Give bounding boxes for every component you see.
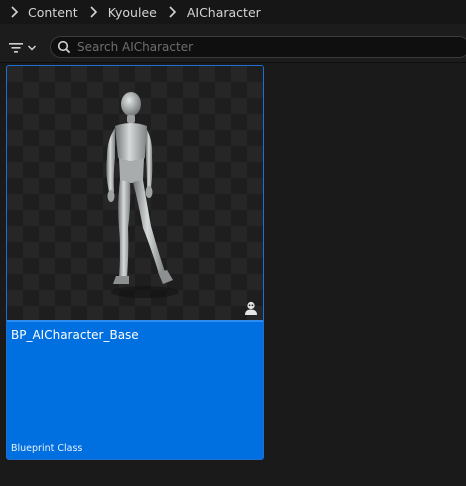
breadcrumb-item-kyoulee[interactable]: Kyoulee — [108, 5, 157, 20]
breadcrumb-item-content[interactable]: Content — [28, 5, 78, 20]
chevron-right-icon — [11, 6, 19, 18]
mannequin-figure — [106, 92, 179, 298]
chevron-right-icon — [90, 6, 97, 18]
chevron-right-icon — [169, 6, 176, 18]
search-icon — [57, 40, 71, 54]
search-input[interactable] — [77, 40, 437, 54]
asset-thumbnail — [7, 66, 263, 322]
breadcrumb-item-aicharacter[interactable]: AICharacter — [187, 5, 261, 20]
character-class-icon — [245, 301, 257, 315]
breadcrumb-separator[interactable] — [164, 4, 180, 20]
filter-button[interactable] — [8, 37, 44, 59]
breadcrumb-separator[interactable] — [85, 4, 101, 20]
content-browser-toolbar — [0, 24, 466, 63]
asset-tile[interactable]: BP_AICharacter_Base Blueprint Class — [6, 65, 264, 460]
asset-type: Blueprint Class — [11, 443, 83, 454]
asset-name: BP_AICharacter_Base — [11, 328, 139, 342]
breadcrumb: Content Kyoulee AICharacter — [0, 0, 466, 24]
filter-icon — [9, 43, 23, 53]
search-box[interactable] — [50, 36, 466, 58]
breadcrumb-separator[interactable] — [6, 4, 22, 20]
chevron-down-icon — [27, 45, 37, 51]
